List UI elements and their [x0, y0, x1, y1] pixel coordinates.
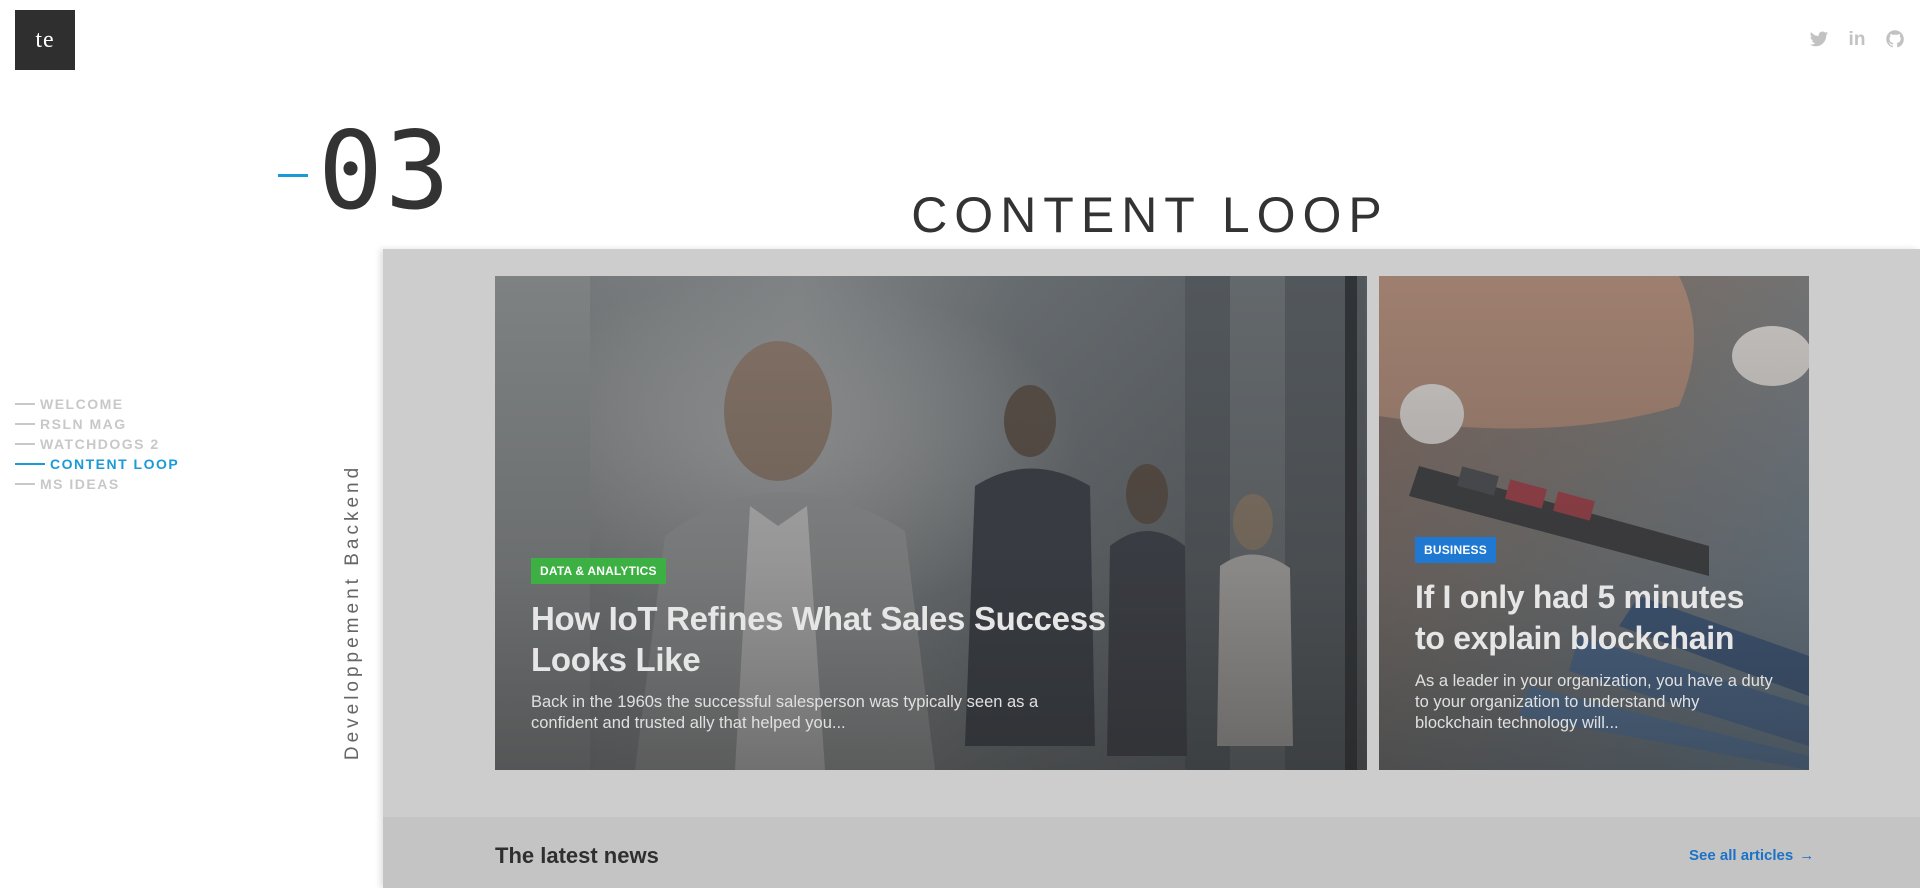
nav-item-ms-ideas[interactable]: MS IDEAS	[15, 474, 179, 494]
article-title[interactable]: If I only had 5 minutes to explain block…	[1415, 577, 1773, 659]
latest-news-heading: The latest news	[495, 843, 659, 868]
nav-item-welcome[interactable]: WELCOME	[15, 394, 179, 414]
social-links: in	[1808, 28, 1906, 50]
github-icon[interactable]	[1884, 28, 1906, 50]
nav-item-content-loop[interactable]: CONTENT LOOP	[15, 454, 179, 474]
project-preview[interactable]: DATA & ANALYTICS How IoT Refines What Sa…	[383, 249, 1920, 888]
category-tag[interactable]: BUSINESS	[1415, 537, 1496, 563]
article-content: DATA & ANALYTICS How IoT Refines What Sa…	[531, 558, 1107, 734]
nav-label: CONTENT LOOP	[50, 456, 180, 472]
section-dash	[278, 173, 308, 177]
article-title[interactable]: How IoT Refines What Sales Success Looks…	[531, 598, 1107, 680]
nav-item-rsln-mag[interactable]: RSLN MAG	[15, 414, 179, 434]
nav-line	[15, 443, 35, 445]
arrow-right-icon: →	[1799, 847, 1815, 864]
nav-line	[15, 423, 35, 425]
nav-label: WATCHDOGS 2	[40, 436, 160, 452]
section-title: CONTENT LOOP	[911, 187, 1389, 243]
article-content: BUSINESS If I only had 5 minutes to expl…	[1415, 537, 1773, 734]
nav-label: RSLN MAG	[40, 416, 127, 432]
linkedin-text: in	[1848, 28, 1866, 50]
featured-article-card[interactable]: DATA & ANALYTICS How IoT Refines What Sa…	[495, 276, 1367, 770]
twitter-icon[interactable]	[1808, 28, 1830, 50]
nav-line	[15, 463, 45, 465]
linkedin-icon[interactable]: in	[1846, 28, 1868, 50]
nav-line	[15, 403, 35, 405]
nav-item-watchdogs-2[interactable]: WATCHDOGS 2	[15, 434, 179, 454]
article-excerpt: Back in the 1960s the successful salespe…	[531, 693, 1039, 732]
nav-label: MS IDEAS	[40, 476, 120, 492]
logo-text: te	[35, 26, 55, 53]
secondary-article-card[interactable]: BUSINESS If I only had 5 minutes to expl…	[1379, 276, 1809, 770]
side-nav: WELCOME RSLN MAG WATCHDOGS 2 CONTENT LOO…	[15, 394, 179, 494]
category-tag[interactable]: DATA & ANALYTICS	[531, 558, 666, 584]
nav-line	[15, 483, 35, 485]
see-all-label: See all articles	[1689, 847, 1794, 864]
see-all-articles-link[interactable]: See all articles →	[1689, 847, 1814, 864]
category-label: Developpement Backend	[342, 463, 363, 761]
site-logo[interactable]: te	[15, 10, 75, 70]
nav-label: WELCOME	[40, 396, 124, 412]
article-excerpt: As a leader in your organization, you ha…	[1415, 672, 1773, 732]
